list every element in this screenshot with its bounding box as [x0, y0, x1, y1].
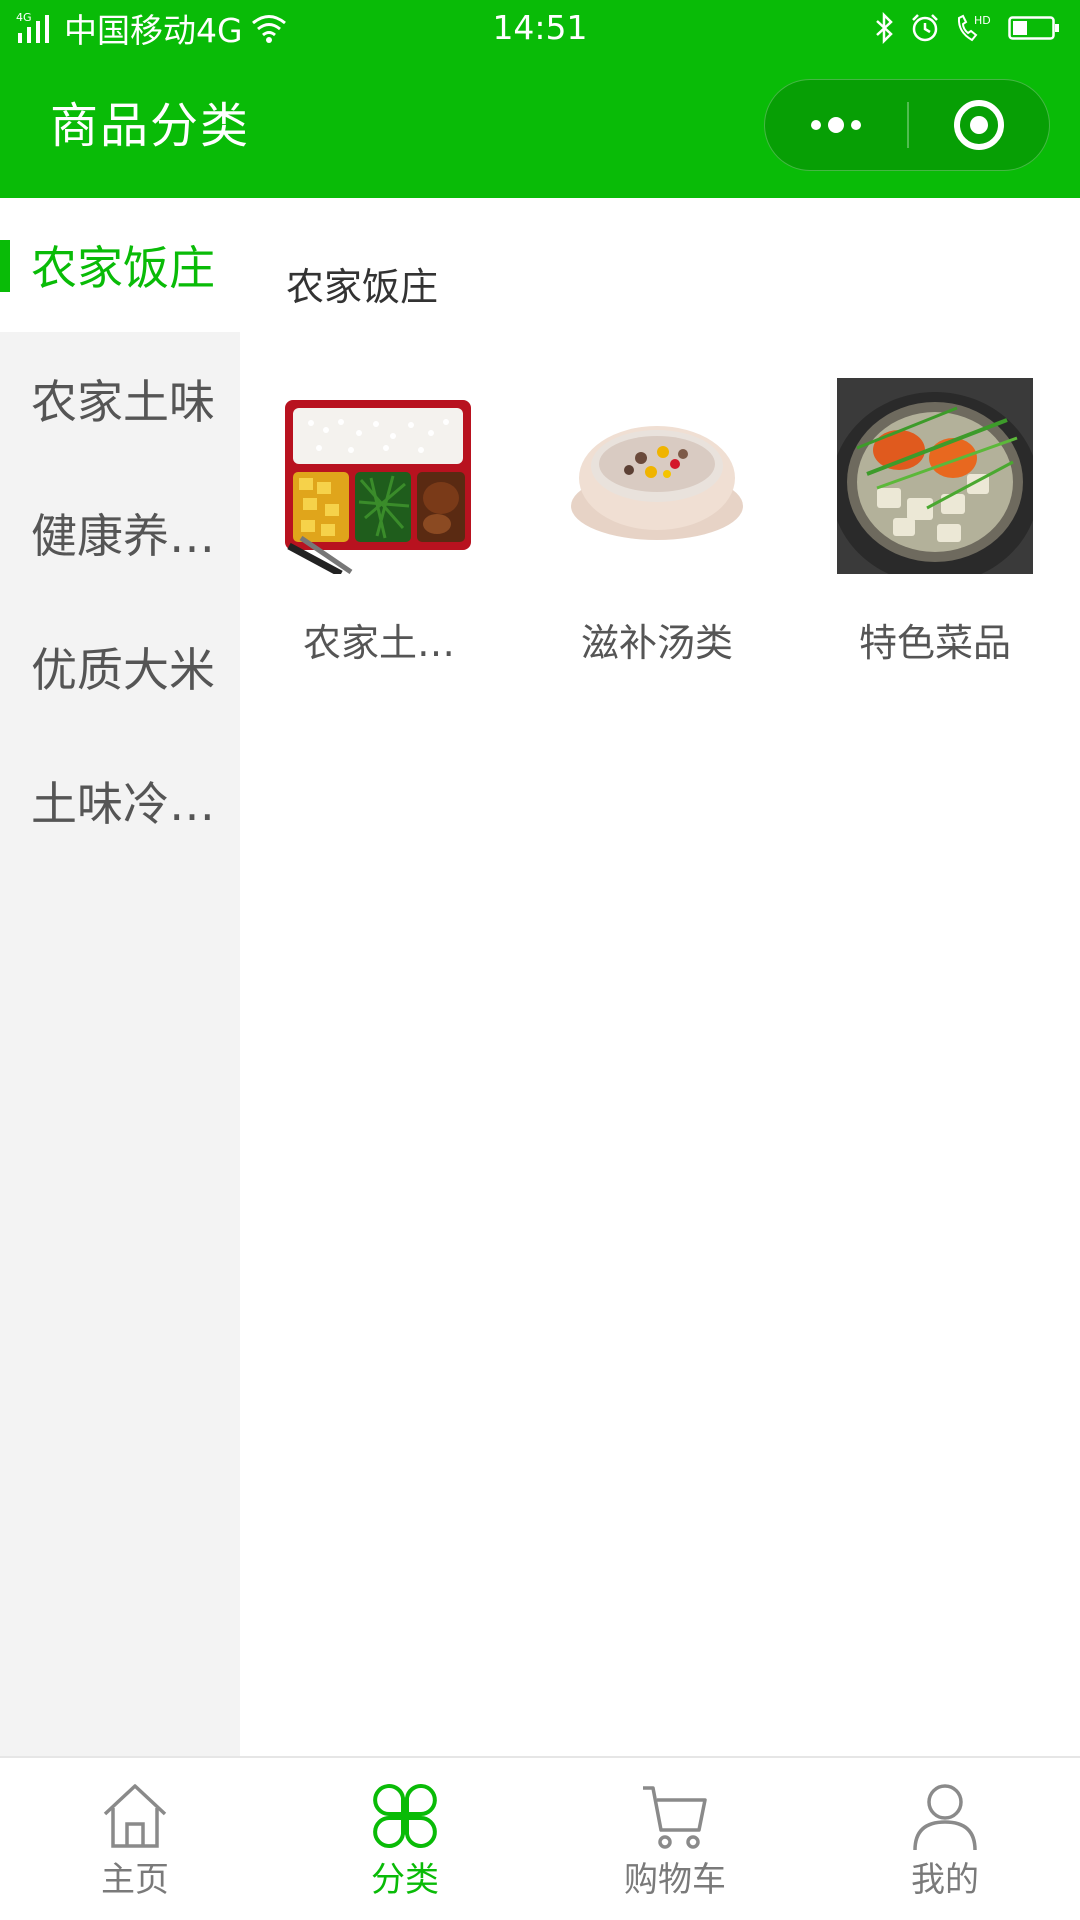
soup-bowl-image — [559, 378, 755, 574]
category-content: 农家饭庄 农家土… 滋补汤类 特色菜品 — [240, 198, 1080, 1756]
product-card[interactable]: 滋补汤类 — [518, 378, 796, 668]
product-label: 特色菜品 — [858, 621, 1011, 665]
product-card[interactable]: 农家土… — [240, 378, 518, 668]
status-right: HD — [874, 8, 1060, 48]
tab-label: 购物车 — [624, 1860, 726, 1900]
close-button[interactable] — [909, 80, 1049, 170]
hd-call-icon: HD — [954, 12, 994, 44]
sidebar-item-label: 农家饭庄 — [31, 241, 215, 295]
tab-label: 主页 — [101, 1860, 169, 1900]
bento-box-image — [281, 378, 477, 574]
tab-category[interactable]: 分类 — [270, 1758, 540, 1918]
battery-icon — [1008, 15, 1060, 41]
sidebar-item-label: 农家土味 — [31, 375, 215, 429]
product-grid: 农家土… 滋补汤类 特色菜品 — [240, 378, 1080, 668]
mini-program-screen: 4G 中国移动4G 14:51 HD 商品分类 农家饭庄 农家土味 健康养… 优… — [0, 0, 1080, 1920]
navigation-bar: 商品分类 — [0, 56, 1080, 198]
profile-icon — [913, 1784, 977, 1851]
claypot-dish-image — [837, 378, 1033, 574]
sidebar-item-nongjia-tuwei[interactable]: 农家土味 — [0, 332, 240, 466]
status-bar: 4G 中国移动4G 14:51 HD — [0, 0, 1080, 56]
capsule-menu — [764, 79, 1050, 171]
cart-icon — [643, 1786, 707, 1849]
category-sidebar: 农家饭庄 农家土味 健康养… 优质大米 土味冷… — [0, 198, 240, 1756]
sidebar-item-label: 健康养… — [31, 509, 215, 563]
product-label: 农家土… — [302, 621, 455, 665]
section-title: 农家饭庄 — [286, 265, 439, 309]
sidebar-item-youzhi-dami[interactable]: 优质大米 — [0, 600, 240, 734]
sidebar-item-label: 土味冷… — [31, 777, 215, 831]
product-card[interactable]: 特色菜品 — [796, 378, 1074, 668]
more-button[interactable] — [765, 80, 907, 170]
target-close-icon — [954, 100, 1004, 150]
tab-home[interactable]: 主页 — [0, 1758, 270, 1918]
more-dots-icon — [811, 117, 861, 133]
product-label: 滋补汤类 — [580, 621, 733, 665]
hd-label: HD — [974, 14, 991, 27]
tab-label: 我的 — [911, 1860, 979, 1900]
sidebar-item-label: 优质大米 — [31, 643, 215, 697]
sidebar-item-jiankang-yang[interactable]: 健康养… — [0, 466, 240, 600]
page-title: 商品分类 — [50, 98, 251, 154]
sidebar-item-tuwei-leng[interactable]: 土味冷… — [0, 734, 240, 868]
home-icon — [103, 1784, 167, 1848]
bluetooth-icon — [874, 12, 896, 44]
tab-cart[interactable]: 购物车 — [540, 1758, 810, 1918]
tab-label: 分类 — [371, 1860, 439, 1900]
tab-bar: 主页 分类 购物车 我的 — [0, 1756, 1080, 1920]
alarm-icon — [910, 13, 940, 43]
tab-profile[interactable]: 我的 — [810, 1758, 1080, 1918]
category-icon — [373, 1784, 437, 1848]
sidebar-item-nongjia-fanzhuang[interactable]: 农家饭庄 — [0, 198, 240, 332]
